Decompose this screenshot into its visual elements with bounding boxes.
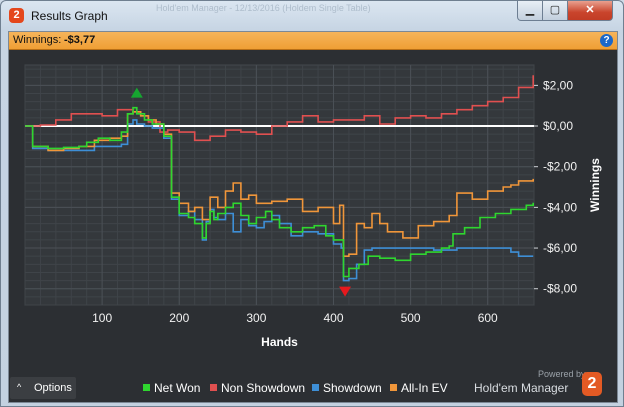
options-toggle-button[interactable]: ^ Options	[10, 377, 76, 399]
window-title: Results Graph	[31, 9, 108, 23]
legend-label: Showdown	[323, 381, 382, 395]
x-axis-title: Hands	[261, 335, 298, 349]
y-tick-label: $2,00	[543, 78, 573, 92]
y-tick-label: $0,00	[543, 119, 573, 133]
legend-item-non-showdown: Non Showdown	[210, 381, 305, 395]
options-label: Options	[34, 382, 72, 394]
legend-swatch	[210, 384, 217, 391]
chevron-up-icon: ^	[17, 382, 22, 392]
legend-item-net-won: Net Won	[143, 381, 200, 395]
legend-label: Net Won	[154, 381, 201, 395]
x-tick-label: 200	[169, 311, 189, 325]
app-logo-icon: 2	[9, 8, 24, 23]
maximize-button[interactable]: ▢	[542, 1, 568, 21]
results-chart: 100 200 300 400 500 600 $2,00 $0,00 -$2,00 -$4,00…	[24, 64, 602, 349]
y-tick-label: -$2,00	[543, 160, 577, 174]
brand-name: Hold'em Manager	[474, 381, 569, 395]
legend-swatch	[312, 384, 319, 391]
y-tick-label: -$6,00	[543, 241, 577, 255]
title-bar[interactable]: 2 Results Graph Hold'em Manager - 12/13/…	[1, 1, 623, 31]
y-axis-title: Winnings	[588, 158, 602, 212]
close-button[interactable]: ✕	[567, 1, 613, 21]
y-tick-label: -$8,00	[543, 282, 577, 296]
x-tick-label: 400	[323, 311, 343, 325]
x-tick-label: 300	[246, 311, 266, 325]
powered-by-text: Powered by	[538, 369, 586, 379]
legend-label: Non Showdown	[221, 381, 306, 395]
y-tick-label: -$4,00	[543, 200, 577, 214]
holdem-manager-logo-icon: 2	[582, 372, 602, 396]
legend-swatch	[390, 384, 397, 391]
legend-swatch	[143, 384, 150, 391]
plot-area	[24, 64, 535, 306]
legend-item-showdown: Showdown	[312, 381, 382, 395]
background-window-title: Hold'em Manager - 12/13/2016 (Holdem Sin…	[156, 3, 371, 13]
minimize-button[interactable]: ▁	[517, 1, 543, 21]
x-tick-label: 500	[401, 311, 421, 325]
legend-label: All-In EV	[401, 381, 448, 395]
results-graph-window: 2 Results Graph Hold'em Manager - 12/13/…	[0, 0, 624, 407]
x-tick-label: 100	[92, 311, 112, 325]
legend-item-all-in-ev: All-In EV	[390, 381, 448, 395]
x-tick-label: 600	[478, 311, 498, 325]
graph-panel: Winnings: -$3,77 ? 100 200 300 400 500 600 $2,…	[8, 31, 618, 403]
